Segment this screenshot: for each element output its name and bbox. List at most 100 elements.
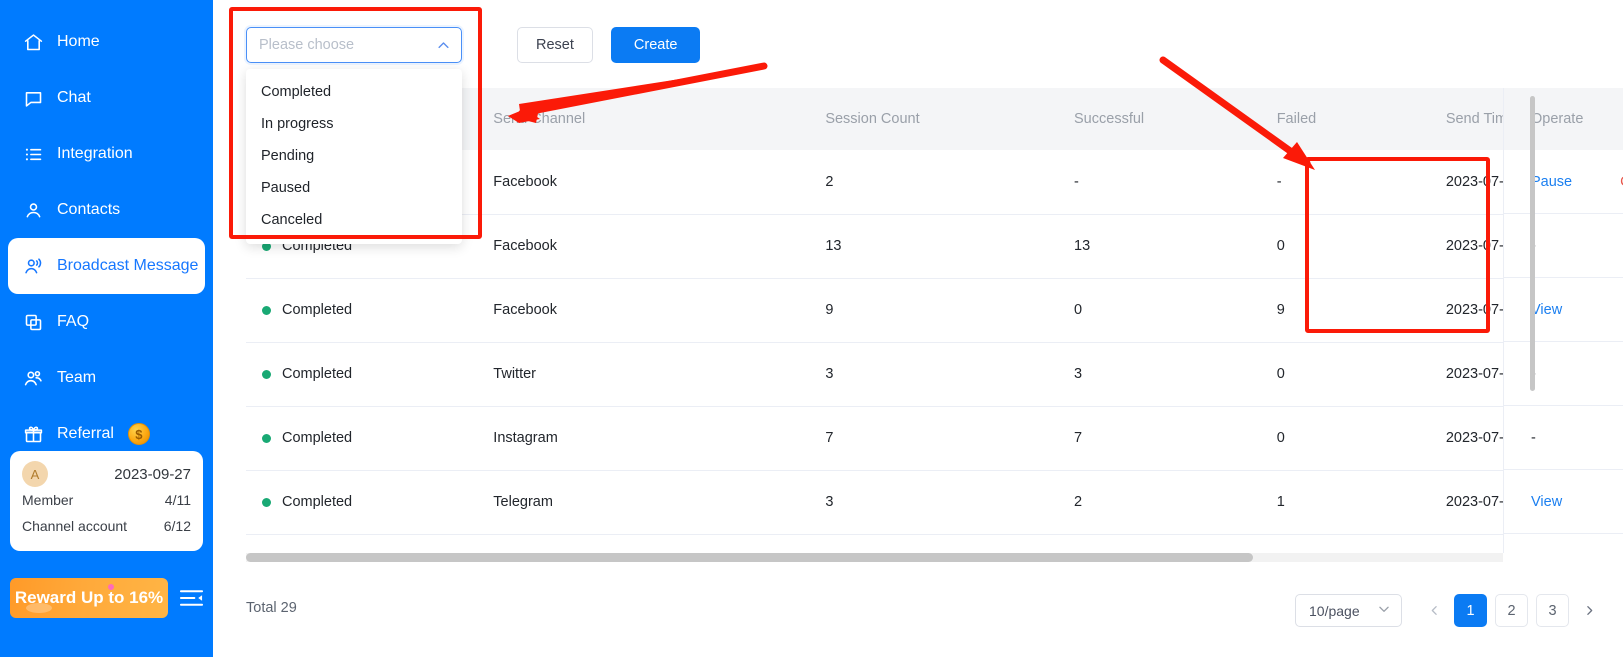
dropdown-option-paused[interactable]: Paused [246, 172, 462, 204]
account-member-row: Member 4/11 [22, 487, 191, 513]
sidebar-item-team[interactable]: Team [8, 350, 205, 406]
cell-status: Completed [246, 406, 478, 471]
page-size-select[interactable]: 10/page [1295, 594, 1402, 627]
account-channel-label: Channel account [22, 518, 128, 534]
account-header-row: A 2023-09-27 [22, 461, 191, 487]
page-size-value: 10/page [1309, 602, 1360, 619]
dollar-coin-icon: $ [127, 423, 150, 445]
broadcast-icon [22, 255, 44, 277]
cell-channel: Facebook [477, 214, 810, 279]
cell-status: Completed [246, 342, 478, 407]
sidebar-item-contacts[interactable]: Contacts [8, 182, 205, 238]
cell-channel: Facebook [477, 278, 810, 343]
table-row[interactable]: Completed Instagram 7 7 0 2023-07-0 [246, 406, 1548, 471]
account-member-value: 4/11 [164, 492, 191, 508]
status-text: Completed [282, 494, 353, 510]
status-dot-icon [262, 305, 271, 315]
filter-toolbar: Please choose Reset Create [246, 27, 701, 63]
vertical-scrollbar-thumb[interactable] [1530, 96, 1535, 391]
status-dot-icon [262, 497, 271, 507]
column-header-failed[interactable]: Failed [1260, 88, 1430, 150]
account-date: 2023-09-27 [114, 465, 191, 483]
cell-channel: Telegram [477, 470, 810, 535]
pagination-page-1[interactable]: 1 [1454, 594, 1487, 627]
cell-channel: Instagram [477, 406, 810, 471]
sidebar-item-integration[interactable]: Integration [8, 126, 205, 182]
reward-button[interactable]: Reward Up to 16% [10, 578, 168, 618]
sidebar-item-label: Contacts [57, 201, 121, 218]
chevron-down-icon [1377, 602, 1391, 619]
operate-cell: - [1504, 406, 1623, 470]
operate-cell: - [1504, 214, 1623, 278]
status-filter-placeholder: Please choose [259, 37, 355, 53]
cell-session: 9 [809, 278, 1059, 343]
pagination-prev-button[interactable] [1422, 595, 1446, 626]
table-row[interactable]: Completed Facebook 9 0 9 2023-07-0 [246, 278, 1548, 343]
dropdown-option-pending[interactable]: Pending [246, 140, 462, 172]
no-action-placeholder: - [1531, 429, 1536, 446]
operate-cell: View [1504, 278, 1623, 342]
sidebar-item-chat[interactable]: Chat [8, 70, 205, 126]
sidebar-item-label: FAQ [57, 313, 90, 330]
cell-failed: 0 [1260, 406, 1430, 471]
column-header-session[interactable]: Session Count [809, 88, 1059, 150]
pause-action[interactable]: Pause [1531, 174, 1572, 190]
cell-success: 3 [1058, 342, 1261, 407]
table-row[interactable]: Completed Telegram 3 2 1 2023-07-0 [246, 470, 1548, 535]
status-filter-dropdown: Completed In progress Pending Paused Can… [246, 69, 462, 244]
cell-success: 13 [1058, 214, 1261, 279]
status-text: Completed [282, 430, 353, 446]
operate-column: Operate Pause Cancel - View - - View [1503, 88, 1623, 553]
total-count-label: Total 29 [246, 600, 297, 616]
view-action[interactable]: View [1531, 302, 1562, 318]
view-action[interactable]: View [1531, 494, 1562, 510]
sidebar-item-home[interactable]: Home [8, 14, 205, 70]
sidebar-item-broadcast-message[interactable]: Broadcast Message [8, 238, 205, 294]
team-icon [22, 367, 44, 389]
cell-failed: 9 [1260, 278, 1430, 343]
cell-session: 3 [809, 470, 1059, 535]
dropdown-option-canceled[interactable]: Canceled [246, 204, 462, 236]
cell-session: 3 [809, 342, 1059, 407]
status-dot-icon [262, 433, 271, 443]
create-button[interactable]: Create [610, 27, 701, 63]
user-icon [22, 199, 44, 221]
pagination-page-2[interactable]: 2 [1495, 594, 1528, 627]
column-header-success[interactable]: Successful [1058, 88, 1261, 150]
status-filter-select[interactable]: Please choose [246, 27, 462, 63]
pagination: 10/page 1 2 3 [1295, 594, 1601, 627]
horizontal-scrollbar-thumb[interactable] [246, 553, 1253, 562]
cell-success: 2 [1058, 470, 1261, 535]
account-channel-value: 6/12 [163, 518, 191, 534]
sidebar: Home Chat Integration Contacts Broadcast [0, 0, 213, 657]
operate-cell: - [1504, 342, 1623, 406]
dropdown-option-completed[interactable]: Completed [246, 76, 462, 108]
operate-cell: View [1504, 470, 1623, 534]
cell-success: 7 [1058, 406, 1261, 471]
table-row[interactable]: Completed Twitter 3 3 0 2023-07-0 [246, 342, 1548, 407]
operate-cell: Pause Cancel [1504, 150, 1623, 214]
cell-failed: 0 [1260, 342, 1430, 407]
status-text: Completed [282, 302, 353, 318]
list-icon [22, 143, 44, 165]
cell-channel: Twitter [477, 342, 810, 407]
pagination-next-button[interactable] [1577, 595, 1601, 626]
pagination-page-3[interactable]: 3 [1536, 594, 1569, 627]
reset-button[interactable]: Reset [517, 27, 593, 63]
collapse-sidebar-icon[interactable] [178, 585, 204, 611]
status-dot-icon [262, 369, 271, 379]
sidebar-item-label: Broadcast Message [57, 257, 199, 274]
sidebar-item-faq[interactable]: FAQ [8, 294, 205, 350]
cell-success: 0 [1058, 278, 1261, 343]
chat-icon [22, 87, 44, 109]
cell-status: Completed [246, 470, 478, 535]
dropdown-option-in-progress[interactable]: In progress [246, 108, 462, 140]
app-root: Home Chat Integration Contacts Broadcast [0, 0, 1623, 657]
avatar: A [22, 461, 48, 487]
chevron-up-icon [436, 38, 451, 53]
column-header-channel[interactable]: Send Channel [477, 88, 810, 150]
home-icon [22, 31, 44, 53]
main-content: Please choose Reset Create Status Send C… [213, 0, 1623, 657]
cell-session: 2 [809, 150, 1059, 215]
account-member-label: Member [22, 492, 74, 508]
